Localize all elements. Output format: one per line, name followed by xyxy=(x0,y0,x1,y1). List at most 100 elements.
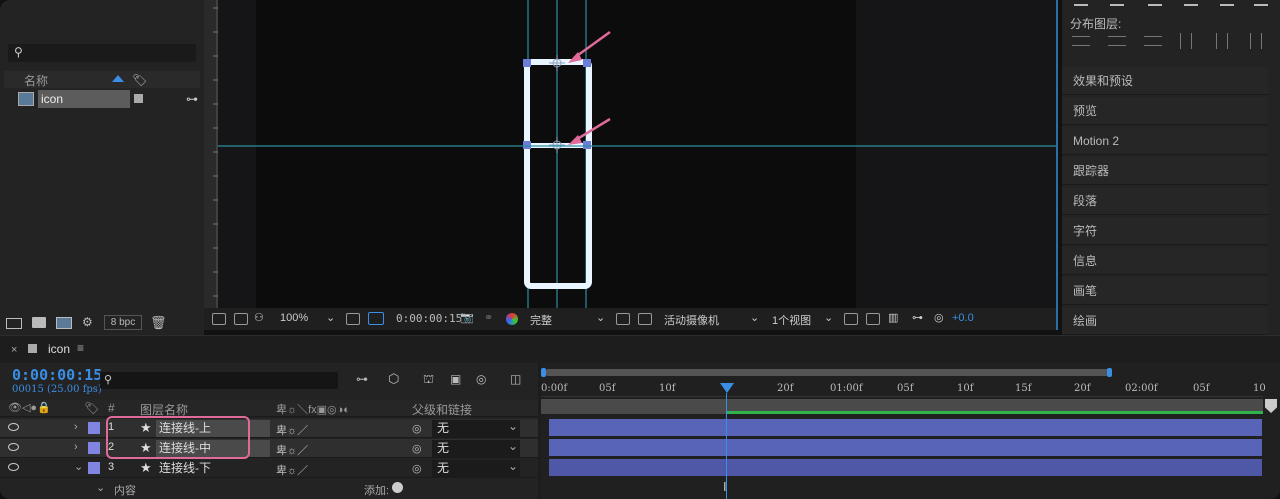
align-hcenter-icon[interactable] xyxy=(1110,0,1124,6)
always-preview-icon[interactable] xyxy=(212,313,226,325)
project-search-input[interactable]: ⚲ xyxy=(8,44,196,62)
exposure-icon[interactable]: ◎ xyxy=(934,311,944,324)
close-icon[interactable]: × xyxy=(11,344,17,356)
layer-name[interactable]: 连接线-下 xyxy=(156,460,270,477)
layer-label-swatch[interactable] xyxy=(88,442,100,454)
distribute-vcenter-icon[interactable] xyxy=(1108,36,1126,46)
pickwhip-icon[interactable]: ◎ xyxy=(412,462,422,475)
quality-select[interactable]: 完整 xyxy=(530,312,552,328)
project-item-name[interactable]: icon xyxy=(38,90,130,108)
layer-label-swatch[interactable] xyxy=(88,462,100,474)
chevron-down-icon[interactable]: ⌄ xyxy=(824,311,833,324)
views-select[interactable]: 1个视图 xyxy=(772,312,811,328)
distribute-hcenter-icon[interactable] xyxy=(1216,33,1228,49)
time-ruler[interactable]: 0:00f 05f 10f 20f 01:00f 05f 10f 15f 20f… xyxy=(541,375,1266,397)
composition-canvas[interactable] xyxy=(256,0,856,308)
trash-icon[interactable]: 🗑 xyxy=(150,315,167,331)
fast-preview-icon[interactable] xyxy=(638,313,652,325)
layer-row-1[interactable]: › 1 ★ 连接线-上 卑☼／ ◎ 无 ⌄ xyxy=(0,419,538,438)
align-vcenter-icon[interactable] xyxy=(1220,0,1234,6)
add-menu-icon[interactable] xyxy=(392,482,403,493)
label-tag-icon[interactable]: 🏷 xyxy=(132,73,147,87)
chevron-right-icon[interactable]: › xyxy=(74,421,78,433)
distribute-top-icon[interactable] xyxy=(1072,36,1090,46)
layer-switches[interactable]: 卑☼／ xyxy=(276,442,308,458)
interpret-footage-icon[interactable] xyxy=(6,318,22,329)
layer-label-swatch[interactable] xyxy=(88,422,100,434)
graph-editor-icon[interactable]: ◫ xyxy=(510,372,521,386)
current-time-display[interactable]: 0:00:00:15 xyxy=(12,366,102,384)
panel-effects-presets[interactable]: 效果和预设 xyxy=(1062,67,1268,95)
chevron-down-icon[interactable]: ⌄ xyxy=(508,439,518,453)
shy-layers-icon[interactable]: ⛫ xyxy=(423,372,434,388)
comp-mini-flowchart-icon[interactable]: ⊶ xyxy=(356,372,368,386)
eye-icon[interactable] xyxy=(8,423,19,431)
distribute-left-icon[interactable] xyxy=(1180,33,1192,49)
motion-blur-icon[interactable]: ◎ xyxy=(476,372,486,386)
playhead-handle[interactable] xyxy=(720,383,734,393)
eye-icon[interactable] xyxy=(8,463,19,471)
toggle-transparency-icon[interactable] xyxy=(616,313,630,325)
layer-bar-1[interactable] xyxy=(549,419,1262,436)
layer-row-2[interactable]: › 2 ★ 连接线-中 卑☼／ ◎ 无 ⌄ xyxy=(0,439,538,458)
align-bottom-icon[interactable] xyxy=(1254,0,1268,6)
zoom-select[interactable]: 100% xyxy=(280,312,308,324)
panel-info[interactable]: 信息 xyxy=(1062,247,1268,275)
region-of-interest-icon[interactable] xyxy=(368,312,384,325)
panel-preview[interactable]: 预览 xyxy=(1062,97,1268,125)
sort-ascending-icon[interactable] xyxy=(112,75,124,82)
distribute-bottom-icon[interactable] xyxy=(1144,36,1162,46)
layer-bar-3[interactable] xyxy=(549,459,1262,476)
timeline-search-input[interactable]: ⚲ xyxy=(100,372,338,389)
pickwhip-icon[interactable]: ◎ xyxy=(412,442,422,455)
layer-switches[interactable]: 卑☼／ xyxy=(276,422,308,438)
name-column-header[interactable]: 名称 xyxy=(24,72,48,89)
parent-link-header[interactable]: 父级和链接 xyxy=(412,401,472,418)
resolution-grid-icon[interactable] xyxy=(346,313,360,325)
frame-blending-icon[interactable]: ▣ xyxy=(450,372,461,386)
panel-paragraph[interactable]: 段落 xyxy=(1062,187,1268,215)
label-tag-icon[interactable]: 🏷 xyxy=(84,401,99,415)
chevron-down-icon[interactable]: ⌄ xyxy=(96,481,105,494)
tab-menu-icon[interactable]: ≡ xyxy=(77,341,84,355)
parent-select[interactable]: 无 xyxy=(432,460,520,477)
exposure-value[interactable]: +0.0 xyxy=(952,312,974,324)
chevron-right-icon[interactable]: › xyxy=(74,441,78,453)
flowchart-icon[interactable]: ⊶ xyxy=(186,92,198,106)
mask-visibility-icon[interactable]: ⚇ xyxy=(254,311,264,324)
comp-end-marker[interactable] xyxy=(1265,399,1277,413)
chevron-down-icon[interactable]: ⌄ xyxy=(74,460,83,473)
chevron-down-icon[interactable]: ⌄ xyxy=(326,311,335,324)
parent-select[interactable]: 无 xyxy=(432,440,520,457)
label-color-swatch[interactable] xyxy=(134,94,143,103)
eye-icon[interactable] xyxy=(8,443,19,451)
panel-motion2[interactable]: Motion 2 xyxy=(1062,127,1268,155)
layer-contents-row[interactable]: ⌄ 内容 添加: xyxy=(0,479,538,498)
pixel-aspect-icon[interactable] xyxy=(844,313,858,325)
distribute-right-icon[interactable] xyxy=(1250,33,1262,49)
show-snapshot-icon[interactable]: ⚭ xyxy=(484,311,493,324)
camera-select[interactable]: 活动摄像机 xyxy=(664,312,719,328)
align-right-icon[interactable] xyxy=(1148,0,1162,6)
monitor-icon[interactable] xyxy=(234,313,248,325)
align-top-icon[interactable] xyxy=(1184,0,1198,6)
bit-depth-button[interactable]: 8 bpc xyxy=(104,315,142,330)
panel-tracker[interactable]: 跟踪器 xyxy=(1062,157,1268,185)
panel-paint[interactable]: 绘画 xyxy=(1062,307,1268,335)
chevron-down-icon[interactable]: ⌄ xyxy=(508,419,518,433)
timeline-icon[interactable]: ▥ xyxy=(888,311,898,324)
draft-3d-icon[interactable]: ⬡ xyxy=(388,371,399,387)
align-left-icon[interactable] xyxy=(1074,0,1088,6)
project-settings-icon[interactable]: ⚙ xyxy=(82,315,93,329)
chevron-down-icon[interactable]: ⌄ xyxy=(596,311,605,324)
viewer-timecode[interactable]: 0:00:00:15 xyxy=(396,312,462,325)
tab-comp-icon[interactable]: icon xyxy=(48,342,70,356)
new-composition-icon[interactable] xyxy=(56,317,72,329)
layer-row-3[interactable]: ⌄ 3 ★ 连接线-下 卑☼／ ◎ 无 ⌄ xyxy=(0,459,538,478)
flowchart-icon[interactable]: ⊶ xyxy=(912,311,923,324)
project-item-row[interactable]: icon ⊶ xyxy=(4,90,200,108)
new-folder-icon[interactable] xyxy=(32,317,46,328)
reset-exposure-icon[interactable] xyxy=(866,313,880,325)
pickwhip-icon[interactable]: ◎ xyxy=(412,422,422,435)
color-channel-icon[interactable] xyxy=(506,313,518,325)
